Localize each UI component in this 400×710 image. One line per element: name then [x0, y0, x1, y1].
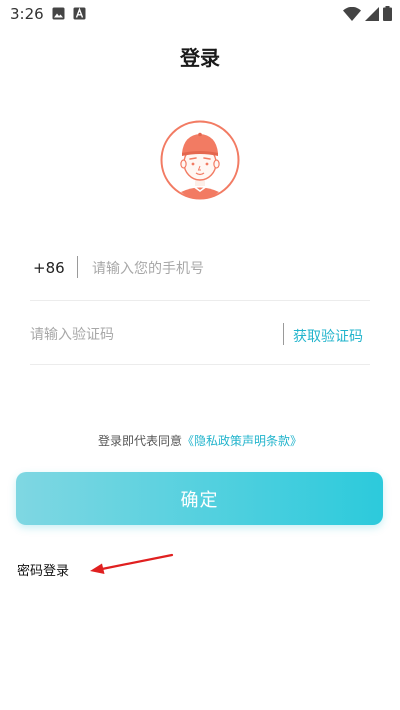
a-icon — [73, 7, 86, 20]
status-left-icons — [52, 7, 86, 20]
country-code-divider — [77, 256, 78, 278]
avatar-icon — [160, 120, 240, 200]
status-bar: 3:26 — [0, 0, 400, 28]
password-login-link[interactable]: 密码登录 — [17, 560, 69, 579]
wifi-icon — [343, 6, 361, 21]
page-title: 登录 — [180, 46, 220, 70]
image-icon — [52, 7, 65, 20]
agreement-text: 登录即代表同意 — [97, 434, 182, 448]
verification-code-row: 获取验证码 — [30, 318, 370, 365]
annotation-arrow-icon — [90, 553, 174, 574]
country-code[interactable]: +86 — [33, 259, 65, 277]
agreement: 登录即代表同意《隐私政策声明条款》 — [0, 432, 400, 449]
privacy-policy-link[interactable]: 《隐私政策声明条款》 — [182, 434, 302, 448]
get-verification-code-button[interactable]: 获取验证码 — [293, 326, 363, 346]
status-time: 3:26 — [10, 5, 44, 23]
battery-icon — [383, 6, 392, 21]
phone-input[interactable] — [92, 256, 352, 282]
status-right-icons — [343, 6, 392, 21]
verification-code-input[interactable] — [30, 322, 270, 348]
get-code-divider — [283, 323, 284, 345]
confirm-button[interactable]: 确定 — [16, 472, 383, 525]
phone-input-row: +86 — [30, 248, 370, 301]
signal-icon — [365, 6, 379, 21]
